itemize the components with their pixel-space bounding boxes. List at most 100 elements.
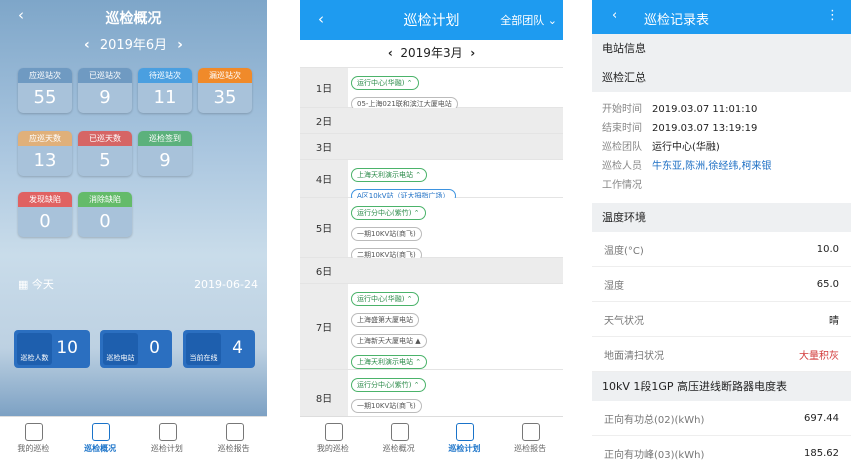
next-month-button[interactable]: › <box>470 46 475 60</box>
event-pill[interactable]: 一期10KV站(商飞) <box>351 399 422 413</box>
tab-item[interactable]: 巡检计划 <box>134 417 201 464</box>
env-label: 地面清扫状况 <box>604 350 664 362</box>
day-events <box>348 134 563 159</box>
stat-label: 发现缺陷 <box>18 192 72 207</box>
team-filter-dropdown[interactable]: 全部团队 ⌄ <box>500 12 557 28</box>
stat-card[interactable]: 发现缺陷 0 <box>18 192 72 237</box>
stat-value: 5 <box>99 150 111 171</box>
detail-row: 结束时间 2019.03.07 13:19:19 <box>592 119 851 138</box>
tab-item[interactable]: 巡检概况 <box>67 417 134 464</box>
event-pill[interactable]: 上海天利演示电站 ⌃ <box>351 168 428 182</box>
env-row: 湿度 65.0 <box>592 267 851 302</box>
month-switcher: ‹ 2019年3月 › <box>300 40 563 67</box>
day-events: 运行中心(华融) ⌃ 05-上海021联和滨江大厦电站 <box>348 68 563 111</box>
event-pill[interactable]: 运行分中心(紫竹) ⌃ <box>351 206 426 220</box>
section-summary[interactable]: 巡检汇总 <box>592 63 851 92</box>
overview-screen: ‹ 巡检概况 ‹ 2019年6月 › 应巡站次 55 已巡站次 9 待巡站次 11 漏巡站次 35… <box>0 0 267 464</box>
env-row: 天气状况 晴 <box>592 302 851 337</box>
stat-card[interactable]: 巡检签到 9 <box>138 131 192 176</box>
day-label: 1日 <box>300 68 348 107</box>
event-pill[interactable]: 上海天利演示电站 ⌃ <box>351 355 428 369</box>
plan-screen: ‹ 巡检计划 全部团队 ⌄ ‹ 2019年3月 › 1日 运行中心(华融) ⌃ 05… <box>300 0 563 464</box>
stat-label: 漏巡站次 <box>198 68 252 83</box>
calendar-icon: ▦ <box>18 278 29 291</box>
section-environment[interactable]: 温度环境 <box>592 203 851 232</box>
detail-value: 运行中心(华融) <box>652 142 720 153</box>
stat-card[interactable]: 已巡天数 5 <box>78 131 132 176</box>
back-button[interactable]: ‹ <box>18 6 24 24</box>
day-row: 1日 运行中心(华融) ⌃ 05-上海021联和滨江大厦电站 <box>300 67 563 111</box>
stat-card[interactable]: 漏巡站次 35 <box>198 68 252 113</box>
event-pill[interactable]: 一期10KV站(商飞) <box>351 227 422 241</box>
back-button[interactable]: ‹ <box>612 8 617 23</box>
event-pill[interactable]: 上海盛第大厦电站 <box>351 313 419 327</box>
env-label: 天气状况 <box>604 315 644 327</box>
summary-box-label: 当前在线 <box>186 333 221 365</box>
stat-value: 55 <box>33 87 57 108</box>
meter-label: 正向有功峰(03)(kWh) <box>604 449 705 461</box>
day-label: 4日 <box>300 160 348 197</box>
tab-item[interactable]: 我的巡检 <box>0 417 67 464</box>
meter-value: 697.44 <box>804 412 839 424</box>
day-row: 2日 <box>300 107 563 133</box>
overview-header: ‹ 巡检概况 ‹ 2019年6月 › <box>0 0 267 58</box>
bottom-tab-bar: 我的巡检 巡检概况 巡检计划 巡检报告 <box>0 416 267 464</box>
env-row: 地面清扫状况 大量积灰 <box>592 337 851 372</box>
next-month-button[interactable]: › <box>177 37 183 53</box>
section-station-info[interactable]: 电站信息 <box>592 34 851 63</box>
tab-item[interactable]: 巡检报告 <box>200 417 267 464</box>
day-events: 运行中心(华融) ⌃上海盛第大厦电站上海新天大厦电站 ▲上海天利演示电站 ⌃A区… <box>348 284 563 390</box>
plan-calendar: 1日 运行中心(华融) ⌃ 05-上海021联和滨江大厦电站 2日 3日 4日 上海天利演示… <box>300 67 563 434</box>
detail-row: 巡检团队 运行中心(华融) <box>592 138 851 157</box>
page-title: 巡检记录表 <box>644 13 710 28</box>
event-pill[interactable]: 运行中心(华融) ⌃ <box>351 76 419 90</box>
env-row: 温度(°C) 10.0 <box>592 232 851 267</box>
more-icon[interactable]: ⋮ <box>826 8 839 23</box>
stat-value: 9 <box>99 87 111 108</box>
stat-card[interactable]: 已巡站次 9 <box>78 68 132 113</box>
stat-value: 0 <box>39 211 51 232</box>
summary-box-value: 10 <box>56 338 78 358</box>
stat-value: 0 <box>99 211 111 232</box>
stat-card[interactable]: 消除缺陷 0 <box>78 192 132 237</box>
stat-value: 13 <box>33 150 57 171</box>
stat-value: 9 <box>159 150 171 171</box>
detail-value: 2019.03.07 11:01:10 <box>652 104 758 115</box>
stat-card[interactable]: 应巡天数 13 <box>18 131 72 176</box>
stat-label: 巡检签到 <box>138 131 192 146</box>
env-value: 65.0 <box>816 278 839 290</box>
stat-value: 11 <box>153 87 177 108</box>
event-pill[interactable]: 上海新天大厦电站 ▲ <box>351 334 427 348</box>
tab-item[interactable]: 巡检计划 <box>432 417 498 464</box>
day-label: 5日 <box>300 198 348 257</box>
event-pill[interactable]: 运行中心(华融) ⌃ <box>351 292 419 306</box>
stat-label: 消除缺陷 <box>78 192 132 207</box>
summary-details: 开始时间 2019.03.07 11:01:10 结束时间 2019.03.07 13… <box>592 92 851 203</box>
meter-value: 185.62 <box>804 447 839 459</box>
tab-item[interactable]: 我的巡检 <box>300 417 366 464</box>
stat-card[interactable]: 应巡站次 55 <box>18 68 72 113</box>
prev-month-button[interactable]: ‹ <box>388 46 393 60</box>
detail-label: 工作情况 <box>602 180 642 191</box>
env-label: 湿度 <box>604 280 624 292</box>
record-screen: ‹ 巡检记录表 ⋮ 电站信息 巡检汇总 开始时间 2019.03.07 11:01… <box>592 0 851 464</box>
stat-label: 应巡天数 <box>18 131 72 146</box>
summary-box[interactable]: 巡检电站 0 <box>100 330 172 368</box>
prev-month-button[interactable]: ‹ <box>84 37 90 53</box>
day-label: 6日 <box>300 258 348 283</box>
stat-label: 已巡天数 <box>78 131 132 146</box>
detail-label: 开始时间 <box>602 104 642 115</box>
detail-value: 牛东亚,陈洲,徐经纬,柯来银 <box>652 161 772 172</box>
tab-item[interactable]: 巡检报告 <box>497 417 563 464</box>
meter-label: 正向有功总(02)(kWh) <box>604 414 705 426</box>
section-meter[interactable]: 10kV 1段1GP 高压进线断路器电度表 <box>592 372 851 401</box>
meter-row: 正向有功总(02)(kWh) 697.44 <box>592 401 851 436</box>
event-pill[interactable]: 运行分中心(紫竹) ⌃ <box>351 378 426 392</box>
summary-box-label: 巡检电站 <box>103 333 138 365</box>
summary-box[interactable]: 巡检人数 10 <box>14 330 90 368</box>
today-label: 今天 <box>31 278 54 291</box>
month-label: 2019年3月 <box>400 46 463 60</box>
stat-card[interactable]: 待巡站次 11 <box>138 68 192 113</box>
tab-item[interactable]: 巡检概况 <box>366 417 432 464</box>
summary-box[interactable]: 当前在线 4 <box>183 330 255 368</box>
